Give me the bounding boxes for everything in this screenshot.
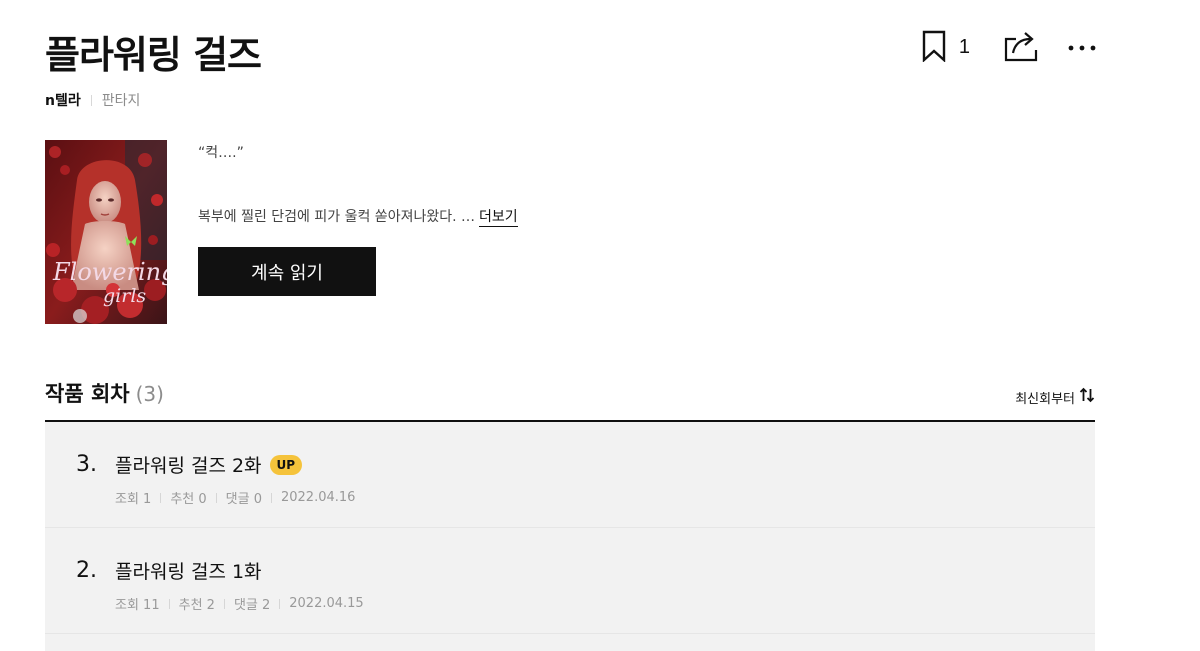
genre-label[interactable]: 판타지 (102, 90, 141, 110)
up-badge: UP (269, 454, 303, 475)
header-actions: 1 (921, 30, 1096, 65)
author-name[interactable]: n텔라 (45, 90, 81, 110)
episodes-header: 작품 회차 (3) (45, 378, 164, 408)
synopsis: “컥….” 복부에 찔린 단검에 피가 울컥 쏟아져나왔다. … 더보기 (198, 142, 798, 227)
work-title: 플라워링 걸즈 (45, 33, 262, 77)
cover-logo-line1: Flowering (52, 258, 167, 286)
synopsis-line-1: “컥….” (198, 145, 244, 161)
stat-divider (160, 492, 162, 503)
stat-divider (223, 598, 225, 609)
episode-views: 조회 11 (115, 598, 160, 613)
cover-logo-line2: girls (103, 285, 146, 307)
episodes-title: 작품 회차 (45, 382, 130, 406)
share-icon (1004, 30, 1038, 65)
share-button[interactable] (1004, 30, 1038, 65)
bookmark-icon (921, 30, 947, 65)
synopsis-line-2: 복부에 찔린 단검에 피가 울컥 쏟아져나왔다. … 더보기 (198, 206, 518, 227)
episode-stats: 조회 11 추천 2 댓글 2 2022.04.15 (115, 594, 364, 613)
bookmark-button[interactable]: 1 (921, 30, 970, 65)
episode-number: 3. (76, 452, 97, 477)
sort-label: 최신회부터 (1015, 391, 1075, 407)
episode-stats: 조회 1 추천 0 댓글 0 2022.04.16 (115, 488, 355, 507)
continue-reading-button[interactable]: 계속 읽기 (198, 247, 376, 296)
episode-title-row: 플라워링 걸즈 2화 UP (115, 451, 303, 478)
episode-comments: 댓글 2 (233, 598, 271, 613)
stat-divider (270, 492, 272, 503)
more-link[interactable]: 더보기 (479, 209, 518, 227)
episode-recommendations: 추천 2 (178, 598, 215, 613)
stat-divider (279, 598, 281, 609)
episode-row[interactable]: 3. 플라워링 걸즈 2화 UP 조회 1 추천 0 댓글 0 2022.04.… (45, 422, 1095, 528)
episode-title-row: 플라워링 걸즈 1화 (115, 557, 262, 584)
meta-divider (90, 94, 92, 106)
more-button[interactable] (1068, 40, 1096, 55)
work-meta: n텔라 판타지 (45, 90, 140, 110)
episode-title: 플라워링 걸즈 1화 (115, 561, 262, 583)
episode-recommendations: 추천 0 (170, 492, 207, 507)
more-icon (1068, 40, 1096, 55)
sort-arrows-icon (1079, 387, 1095, 407)
episode-row[interactable]: 2. 플라워링 걸즈 1화 조회 11 추천 2 댓글 2 2022.04.15 (45, 528, 1095, 634)
synopsis-text: 복부에 찔린 단검에 피가 울컥 쏟아져나왔다. … (198, 209, 475, 225)
episodes-count: (3) (135, 382, 164, 406)
episode-title: 플라워링 걸즈 2화 (115, 455, 262, 477)
episode-list: 3. 플라워링 걸즈 2화 UP 조회 1 추천 0 댓글 0 2022.04.… (45, 422, 1095, 651)
sort-button[interactable]: 최신회부터 (1015, 387, 1095, 407)
episode-date: 2022.04.15 (289, 596, 364, 611)
stat-divider (168, 598, 170, 609)
bookmark-count: 1 (958, 36, 970, 58)
episode-row-partial[interactable] (45, 634, 1095, 651)
episode-views: 조회 1 (115, 492, 152, 507)
episode-date: 2022.04.16 (280, 490, 356, 505)
cover-image[interactable]: Flowering girls (45, 140, 167, 324)
novel-detail-page: 플라워링 걸즈 n텔라 판타지 1 Flowering girls “컥….” … (0, 0, 1200, 651)
episode-comments: 댓글 0 (225, 492, 262, 507)
stat-divider (215, 492, 217, 503)
episode-number: 2. (76, 558, 97, 583)
